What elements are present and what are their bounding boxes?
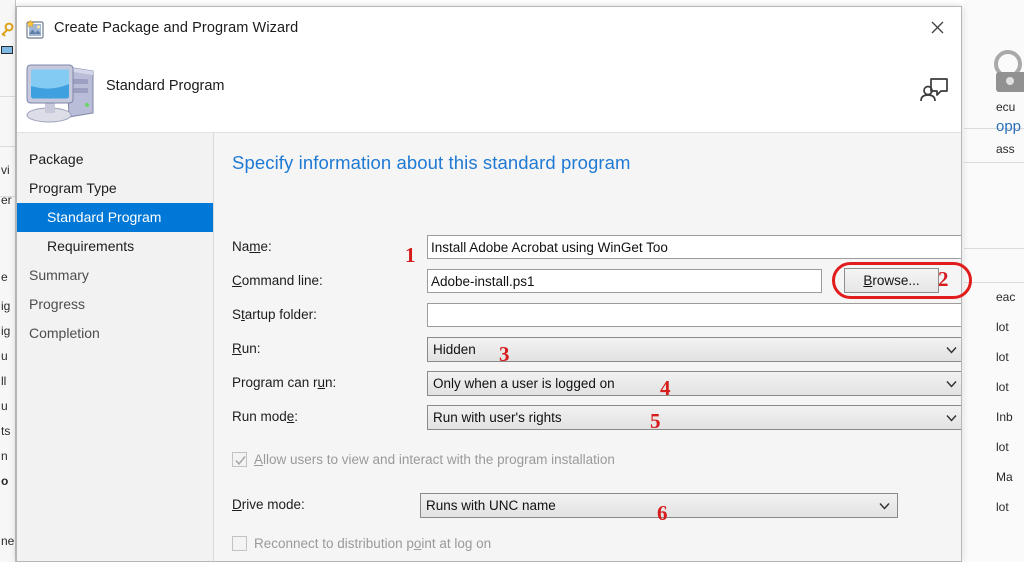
chevron-down-icon — [946, 414, 957, 421]
bg-text-fragment: u — [1, 399, 8, 413]
sidebar-item-requirements[interactable]: Requirements — [17, 232, 213, 261]
startup-folder-label: Startup folder: — [232, 307, 317, 322]
bg-text-fragment: ass — [996, 142, 1015, 156]
computer-icon — [26, 64, 94, 123]
checkmark-icon — [235, 456, 246, 466]
bg-text-fragment: lot — [996, 440, 1009, 454]
program-can-run-label: Program can run: — [232, 375, 337, 390]
browse-button[interactable]: Browse... — [844, 268, 939, 293]
bg-text-fragment: ne — [1, 534, 15, 548]
bg-text-fragment: e — [1, 270, 8, 284]
chevron-down-icon — [946, 346, 957, 353]
close-button[interactable] — [919, 13, 955, 41]
program-can-run-value: Only when a user is logged on — [433, 376, 615, 391]
sidebar-item-program-type[interactable]: Program Type — [17, 174, 213, 203]
chevron-down-icon — [879, 502, 890, 509]
bg-text-fragment: ts — [1, 424, 11, 438]
field-row-startup-folder: Startup folder: — [232, 303, 961, 329]
feedback-person-icon[interactable] — [919, 75, 949, 103]
bg-text-fragment: eac — [996, 290, 1016, 304]
bg-text-fragment: vi — [1, 163, 10, 177]
bg-text-fragment: ig — [1, 324, 11, 338]
sidebar-item-progress[interactable]: Progress — [17, 290, 213, 319]
run-mode-dropdown[interactable]: Run with user's rights — [427, 405, 961, 430]
sidebar-item-standard-program[interactable]: Standard Program — [17, 203, 213, 232]
command-line-input[interactable] — [427, 269, 822, 293]
bg-text-fragment: lot — [996, 350, 1009, 364]
command-line-label: Command line: — [232, 273, 323, 288]
wizard-content-pane: Specify information about this standard … — [215, 133, 961, 561]
bg-text-fragment: er — [1, 193, 12, 207]
banner-title: Standard Program — [106, 78, 225, 94]
name-input[interactable] — [427, 235, 961, 259]
field-row-drive-mode: Drive mode: Runs with UNC name — [232, 493, 957, 519]
window-title: Create Package and Program Wizard — [54, 20, 299, 36]
bg-text-fragment: n — [1, 449, 8, 463]
bg-text-fragment: o — [1, 474, 9, 488]
field-row-command-line: Command line: Browse... — [232, 268, 957, 295]
bg-text-fragment: ig — [1, 299, 11, 313]
bg-text-fragment: u — [1, 349, 8, 363]
reconnect-checkbox[interactable] — [232, 536, 247, 551]
run-value: Hidden — [433, 342, 476, 357]
run-mode-label: Run mode: — [232, 409, 299, 424]
bg-text-fragment: Ma — [996, 470, 1013, 484]
bg-text-fragment: lot — [996, 500, 1009, 514]
sidebar-item-completion[interactable]: Completion — [17, 319, 213, 348]
run-dropdown[interactable]: Hidden — [427, 337, 961, 362]
bg-text-fragment: lot — [996, 380, 1009, 394]
monitor-icon — [1, 46, 13, 54]
bg-text-fragment: ecu — [996, 100, 1016, 114]
startup-folder-input[interactable] — [427, 303, 961, 327]
lock-icon — [994, 50, 1024, 92]
field-row-program-can-run: Program can run: Only when a user is log… — [232, 371, 961, 397]
bg-text-fragment: lot — [996, 320, 1009, 334]
reconnect-label: Reconnect to distribution point at log o… — [254, 536, 492, 551]
allow-users-label: Allow users to view and interact with th… — [254, 452, 615, 467]
drive-mode-value: Runs with UNC name — [426, 498, 556, 513]
run-label: Run: — [232, 341, 261, 356]
field-row-name: Name: — [232, 235, 961, 261]
bg-text-fragment: opp — [996, 118, 1022, 135]
wizard-step-list: Package Program Type Standard Program Re… — [17, 133, 214, 561]
package-wizard-icon — [26, 19, 44, 39]
sidebar-item-summary[interactable]: Summary — [17, 261, 213, 290]
close-icon — [931, 21, 943, 33]
drive-mode-label: Drive mode: — [232, 497, 305, 512]
field-row-run: Run: Hidden — [232, 337, 961, 363]
create-package-wizard-dialog: Create Package and Program Wizard Standa… — [16, 6, 962, 562]
program-can-run-dropdown[interactable]: Only when a user is logged on — [427, 371, 961, 396]
bg-text-fragment: ll — [1, 374, 7, 388]
name-label: Name: — [232, 239, 272, 254]
drive-mode-dropdown[interactable]: Runs with UNC name — [420, 493, 898, 518]
background-window-left-edge: vi er e ig ig u ll u ts n o ne — [0, 0, 16, 562]
page-title: Specify information about this standard … — [232, 152, 631, 173]
key-icon — [1, 22, 14, 37]
run-mode-value: Run with user's rights — [433, 410, 562, 425]
field-row-run-mode: Run mode: Run with user's rights — [232, 405, 961, 431]
chevron-down-icon — [946, 380, 957, 387]
sidebar-item-package[interactable]: Package — [17, 145, 213, 174]
allow-users-checkbox[interactable] — [232, 452, 247, 467]
title-bar: Create Package and Program Wizard — [17, 7, 961, 51]
bg-text-fragment: Inb — [996, 410, 1013, 424]
wizard-banner: Standard Program — [17, 51, 961, 133]
dialog-body: Package Program Type Standard Program Re… — [17, 133, 961, 561]
